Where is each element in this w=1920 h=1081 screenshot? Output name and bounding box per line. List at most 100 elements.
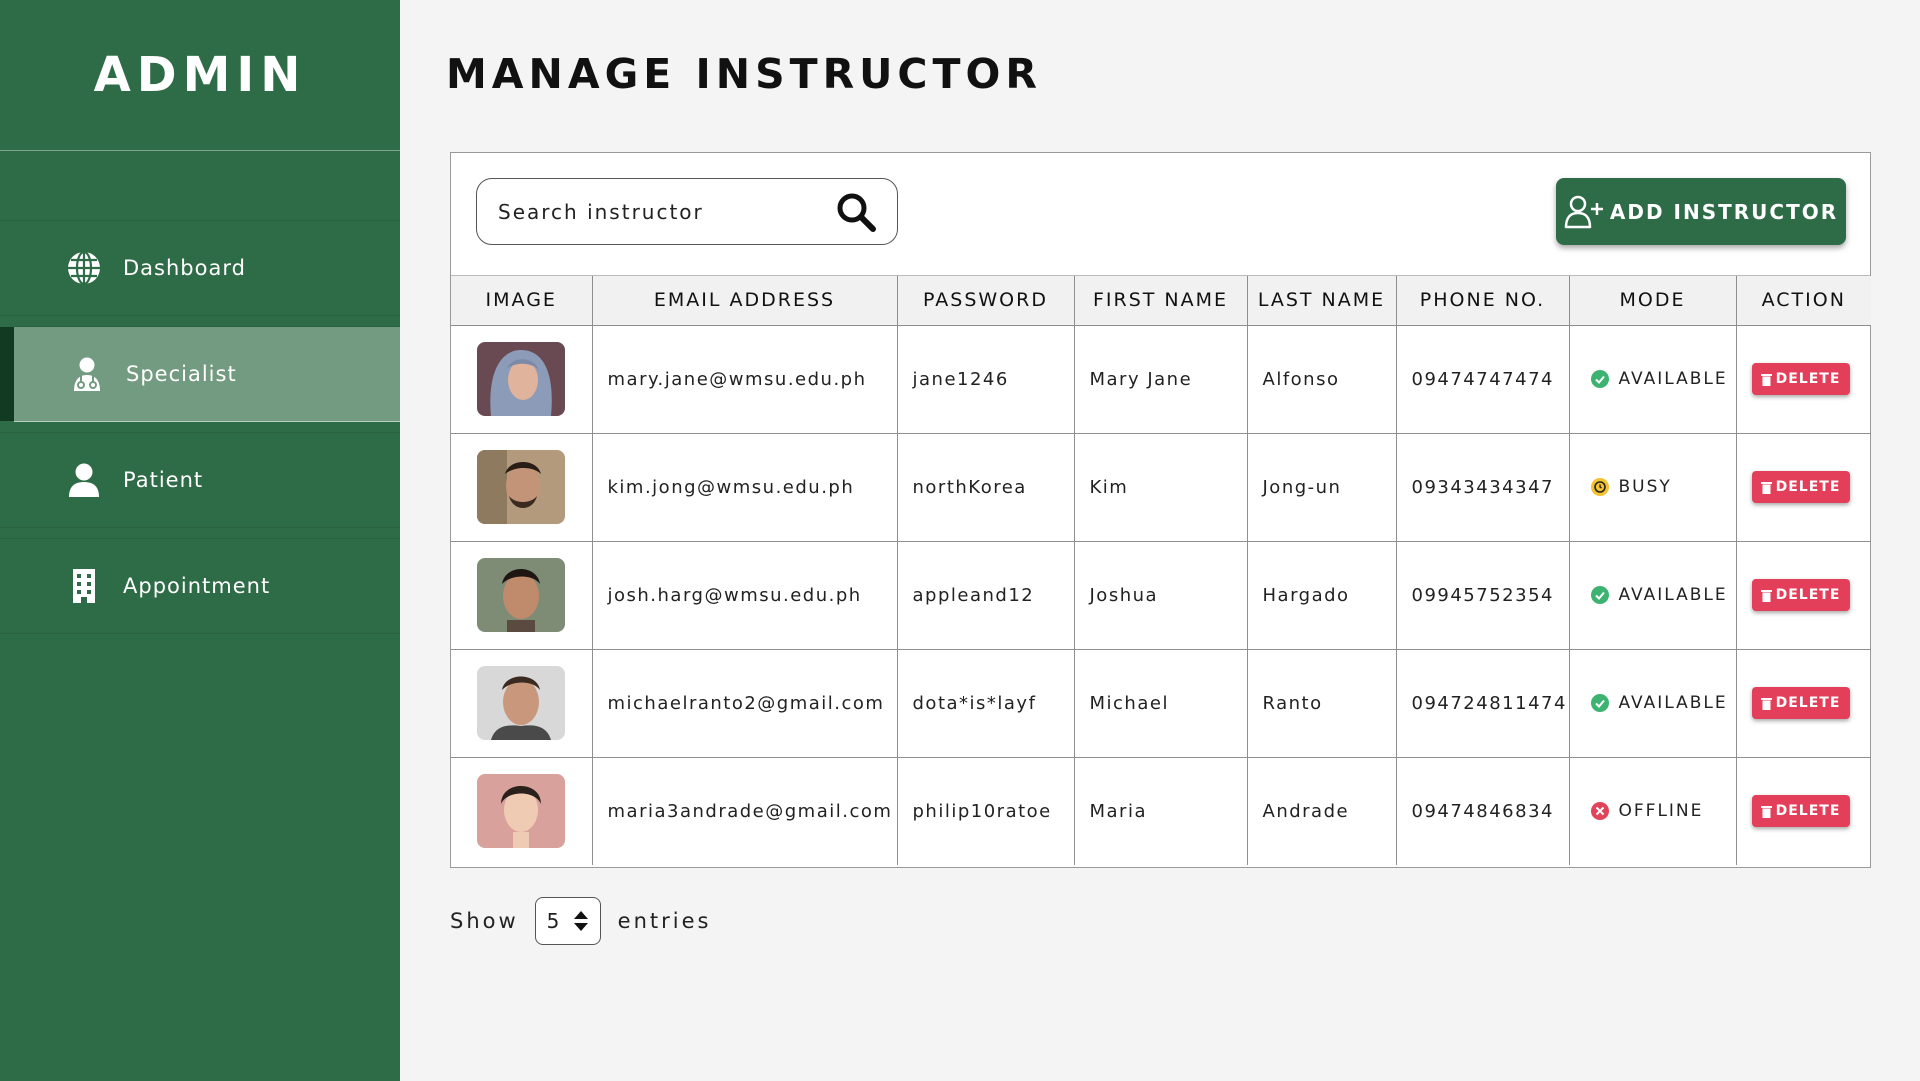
table-row: michaelranto2@gmail.com dota*is*layf Mic… <box>451 648 1871 758</box>
last-name-cell: Alfonso <box>1246 324 1397 434</box>
last-name-cell: Andrade <box>1246 756 1397 865</box>
phone-cell: 09343434347 <box>1395 432 1570 542</box>
status-badge: BUSY <box>1585 477 1736 497</box>
email-cell: kim.jong@wmsu.edu.ph <box>591 432 898 542</box>
status-badge: OFFLINE <box>1585 801 1736 821</box>
phone-cell: 09945752354 <box>1395 540 1570 650</box>
delete-label: DELETE <box>1775 695 1841 711</box>
x-circle-icon <box>1590 802 1609 821</box>
table-footer: Show 5 entries <box>450 897 711 945</box>
globe-icon <box>65 249 103 287</box>
building-icon <box>65 567 103 605</box>
email-cell: josh.harg@wmsu.edu.ph <box>591 540 898 650</box>
table-row: maria3andrade@gmail.com philip10ratoe Ma… <box>451 756 1871 865</box>
delete-button[interactable]: DELETE <box>1751 687 1850 719</box>
first-name-cell: Maria <box>1073 756 1248 865</box>
toolbar: Search instructor ADD INSTRUCTOR <box>451 153 1870 276</box>
delete-button[interactable]: DELETE <box>1751 471 1850 503</box>
mode-label: OFFLINE <box>1618 801 1704 822</box>
doctor-icon <box>68 355 106 393</box>
add-user-icon <box>1564 195 1603 228</box>
delete-button[interactable]: DELETE <box>1751 579 1850 611</box>
first-name-cell: Joshua <box>1073 540 1248 650</box>
last-name-cell: Jong-un <box>1246 432 1397 542</box>
search-input[interactable]: Search instructor <box>476 178 898 245</box>
avatar <box>477 666 566 740</box>
sidebar-item-label: Appointment <box>123 574 271 598</box>
table-header-row: IMAGE EMAIL ADDRESS PASSWORD FIRST NAME … <box>451 276 1871 326</box>
sidebar: ADMIN Dashboard Specialist Patient Appoi… <box>0 0 400 1081</box>
add-instructor-button[interactable]: ADD INSTRUCTOR <box>1556 178 1846 245</box>
mode-label: AVAILABLE <box>1618 369 1728 389</box>
password-cell: philip10ratoe <box>896 756 1075 865</box>
sidebar-item-dashboard[interactable]: Dashboard <box>0 220 400 316</box>
avatar <box>477 342 566 416</box>
phone-cell: 09474747474 <box>1395 324 1570 434</box>
first-name-cell: Kim <box>1073 432 1248 542</box>
mode-label: BUSY <box>1618 477 1672 497</box>
phone-cell: 09474846834 <box>1395 756 1570 865</box>
column-header-last-name: LAST NAME <box>1246 276 1397 326</box>
table-row: mary.jane@wmsu.edu.ph jane1246 Mary Jane… <box>451 324 1871 434</box>
add-instructor-label: ADD INSTRUCTOR <box>1609 199 1839 224</box>
email-cell: maria3andrade@gmail.com <box>591 756 898 865</box>
delete-button[interactable]: DELETE <box>1751 363 1850 395</box>
instructor-table: IMAGE EMAIL ADDRESS PASSWORD FIRST NAME … <box>451 276 1871 865</box>
brand-title: ADMIN <box>93 47 307 103</box>
delete-label: DELETE <box>1775 587 1841 603</box>
sidebar-item-specialist[interactable]: Specialist <box>0 326 400 422</box>
check-circle-icon <box>1590 694 1609 712</box>
column-header-first-name: FIRST NAME <box>1073 276 1248 326</box>
column-header-password: PASSWORD <box>896 276 1075 326</box>
page-title: MANAGE INSTRUCTOR <box>446 50 1042 98</box>
entries-label: entries <box>617 909 712 933</box>
email-cell: mary.jane@wmsu.edu.ph <box>591 324 898 434</box>
sidebar-item-appointment[interactable]: Appointment <box>0 538 400 634</box>
sidebar-item-label: Dashboard <box>123 256 246 280</box>
trash-icon <box>1760 805 1772 818</box>
column-header-image: IMAGE <box>451 276 593 326</box>
email-cell: michaelranto2@gmail.com <box>591 648 898 758</box>
check-circle-icon <box>1590 370 1609 388</box>
column-header-phone: PHONE NO. <box>1395 276 1570 326</box>
mode-label: AVAILABLE <box>1618 585 1728 605</box>
trash-icon <box>1760 373 1772 386</box>
entries-select[interactable]: 5 <box>534 897 601 945</box>
password-cell: northKorea <box>896 432 1075 542</box>
trash-icon <box>1760 481 1772 494</box>
column-header-action: ACTION <box>1735 276 1871 326</box>
avatar <box>477 558 566 632</box>
first-name-cell: Michael <box>1073 648 1248 758</box>
search-icon[interactable] <box>835 191 877 233</box>
password-cell: jane1246 <box>896 324 1075 434</box>
sidebar-nav: Dashboard Specialist Patient Appointment <box>0 220 400 634</box>
delete-button[interactable]: DELETE <box>1751 795 1850 828</box>
entries-value: 5 <box>546 909 560 933</box>
phone-cell: 094724811474 <box>1395 648 1570 758</box>
column-header-email: EMAIL ADDRESS <box>591 276 898 326</box>
trash-icon <box>1760 697 1772 710</box>
avatar <box>477 774 566 849</box>
password-cell: appleand12 <box>896 540 1075 650</box>
delete-label: DELETE <box>1775 371 1841 387</box>
last-name-cell: Hargado <box>1246 540 1397 650</box>
table-row: kim.jong@wmsu.edu.ph northKorea Kim Jong… <box>451 432 1871 542</box>
status-badge: AVAILABLE <box>1585 369 1736 389</box>
status-badge: AVAILABLE <box>1585 585 1736 605</box>
status-badge: AVAILABLE <box>1585 693 1736 713</box>
clock-icon <box>1590 478 1609 496</box>
sidebar-item-patient[interactable]: Patient <box>0 432 400 528</box>
brand: ADMIN <box>0 0 400 151</box>
mode-label: AVAILABLE <box>1618 693 1728 713</box>
delete-label: DELETE <box>1775 479 1841 495</box>
sidebar-item-label: Patient <box>123 468 204 492</box>
sort-arrows-icon <box>573 911 588 931</box>
table-row: josh.harg@wmsu.edu.ph appleand12 Joshua … <box>451 540 1871 650</box>
column-header-mode: MODE <box>1568 276 1737 326</box>
check-circle-icon <box>1590 586 1609 604</box>
password-cell: dota*is*layf <box>896 648 1075 758</box>
user-icon <box>65 461 103 499</box>
avatar <box>477 450 566 524</box>
show-label: Show <box>450 909 519 933</box>
instructor-panel: Search instructor ADD INSTRUCTOR IMAGE E… <box>450 152 1871 868</box>
